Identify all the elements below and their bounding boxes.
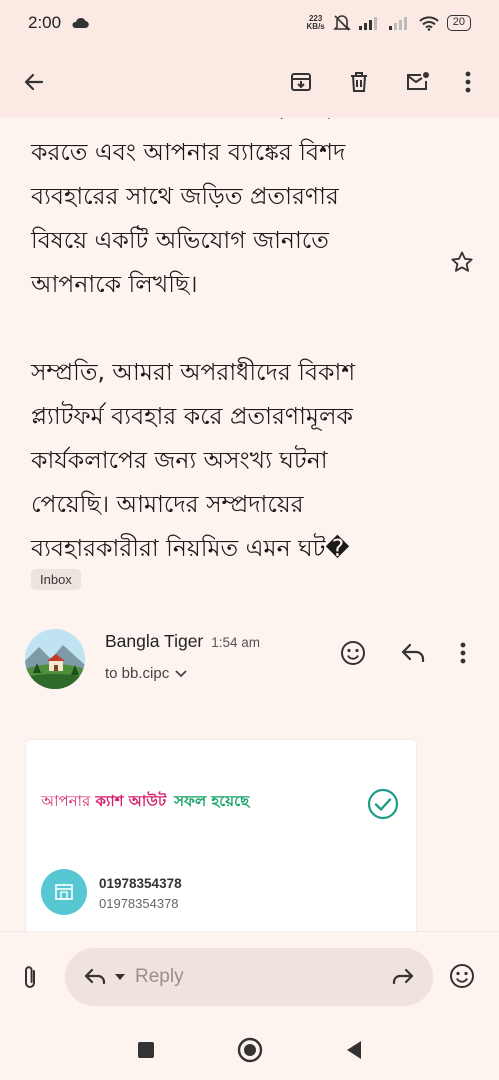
message-line: পেয়েছি। আমাদের সম্প্রদায়ের — [31, 490, 304, 518]
message-toolbar — [0, 46, 499, 118]
message-line: করতে এবং আপনার ব্যাঙ্কের বিশদ — [31, 138, 346, 166]
message-line: কার্যকলাপের জন্য অসংখ্য ঘটনা — [31, 446, 328, 474]
home-circle-icon[interactable] — [237, 1037, 263, 1063]
status-bar: 2:00 223 KB/s 20 — [0, 0, 499, 46]
message-line: ব্যবহারের সাথে জড়িত প্রতারণার — [31, 182, 339, 210]
sent-time: 1:54 am — [211, 635, 261, 650]
card-title: আপনার ক্যাশ আউট সফল হয়েছে — [41, 792, 250, 810]
transaction-card: আপনার ক্যাশ আউট সফল হয়েছে 01978354378 01… — [26, 740, 416, 940]
delete-icon[interactable] — [347, 70, 371, 94]
message-line: বিষয়ে একটি অভিযোগ জানাতে — [31, 226, 329, 254]
inbox-label-chip[interactable]: Inbox — [31, 569, 81, 590]
reply-bar: Reply — [0, 932, 499, 1020]
message-actions — [340, 640, 466, 666]
message-line: সম্প্রতি, আমরা অপরাধীদের বিকাশ — [31, 358, 356, 386]
cloud-icon — [71, 17, 89, 29]
recipient-text: to bb.cipc — [105, 665, 170, 682]
attachment-icon[interactable] — [22, 964, 38, 990]
sender-avatar[interactable] — [25, 629, 85, 689]
reply-input[interactable]: Reply — [65, 948, 433, 1006]
emoji-reaction-icon[interactable] — [340, 640, 366, 666]
reply-icon[interactable] — [83, 968, 107, 986]
reply-placeholder: Reply — [135, 966, 184, 987]
message-line: ব্যবহারকারীরা নিয়মিত এমন ঘট� — [31, 534, 350, 562]
dropdown-arrow-icon[interactable] — [115, 974, 125, 980]
archive-icon[interactable] — [289, 70, 313, 94]
status-time: 2:00 — [28, 13, 62, 32]
chevron-down-icon — [175, 669, 187, 678]
message-line: আপনাকে লিখছি। — [31, 270, 198, 298]
recipients-toggle[interactable]: to bb.cipc — [105, 665, 187, 682]
wifi-icon — [419, 15, 439, 31]
system-nav-bar — [0, 1020, 499, 1080]
success-check-icon — [367, 788, 399, 820]
merchant-number: 01978354378 — [99, 876, 182, 891]
more-vert-icon[interactable] — [465, 71, 471, 93]
message-line: প্ল্যাটফর্ম ব্যবহার করে প্রতারণামূলক — [31, 402, 353, 430]
mute-vibrate-icon — [332, 15, 351, 31]
network-speed: 223 KB/s — [306, 14, 325, 31]
sender-header[interactable]: Bangla Tiger 1:54 am — [105, 631, 260, 652]
reply-icon[interactable] — [400, 642, 426, 664]
battery-indicator: 20 — [446, 15, 471, 31]
signal-2-icon — [388, 16, 411, 30]
sender-name: Bangla Tiger — [105, 631, 204, 651]
recents-square-icon[interactable] — [137, 1041, 155, 1059]
more-vert-icon[interactable] — [460, 642, 466, 664]
message-body: কারণে যে আমাদের ক্ষতি হয়েছে তার করতে এব… — [31, 118, 461, 570]
emoji-icon[interactable] — [449, 963, 475, 989]
message-partial-line: কারণে যে আমাদের ক্ষতি হয়েছে তার — [31, 118, 461, 130]
back-arrow-icon[interactable] — [22, 70, 46, 94]
merchant-number-secondary: 01978354378 — [99, 896, 179, 911]
signal-1-icon — [358, 16, 381, 30]
mark-unread-icon[interactable] — [405, 70, 431, 94]
merchant-store-icon — [41, 869, 87, 915]
star-icon[interactable] — [450, 250, 474, 274]
forward-icon[interactable] — [391, 968, 415, 986]
back-triangle-icon[interactable] — [345, 1040, 363, 1060]
